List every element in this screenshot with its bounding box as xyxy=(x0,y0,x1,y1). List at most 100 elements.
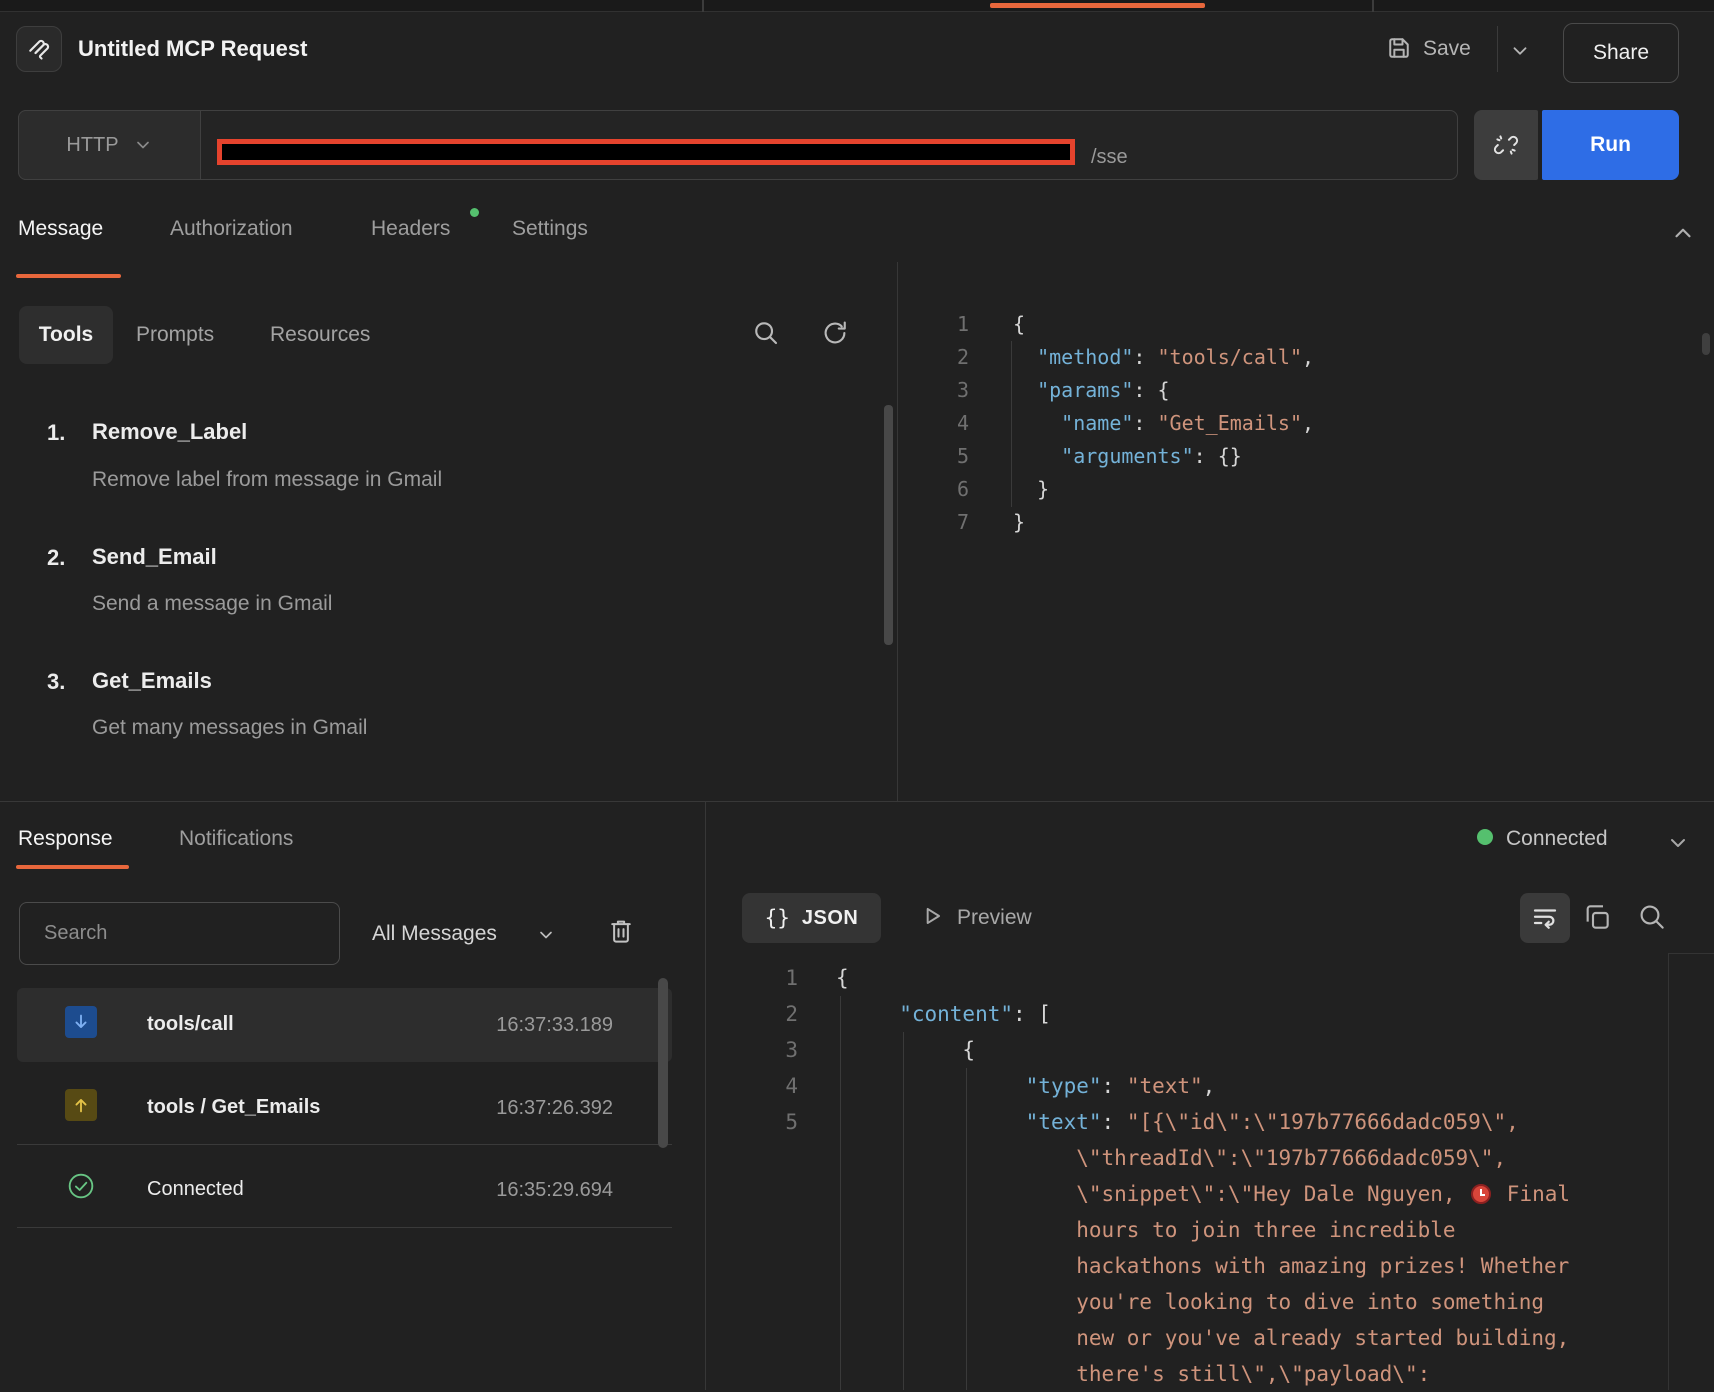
save-button[interactable]: Save xyxy=(1423,36,1471,62)
line-number xyxy=(706,1356,798,1392)
copy-icon[interactable] xyxy=(1581,901,1613,933)
message-row-time: 16:37:33.189 xyxy=(400,1012,613,1038)
line-number: 3 xyxy=(898,374,969,407)
line-number: 7 xyxy=(898,506,969,539)
line-number xyxy=(706,1140,798,1176)
clear-messages-trash-icon[interactable] xyxy=(606,916,636,946)
refresh-tools-icon[interactable] xyxy=(820,318,850,348)
tool-description: Remove label from message in Gmail xyxy=(92,468,442,492)
search-tools-icon[interactable] xyxy=(751,318,781,348)
wrap-text-icon xyxy=(1530,903,1560,933)
status-chevron-down-icon[interactable] xyxy=(1666,831,1690,855)
braces-icon: {} xyxy=(765,906,790,930)
share-button[interactable]: Share xyxy=(1563,23,1679,83)
word-wrap-button[interactable] xyxy=(1520,893,1570,943)
tab-headers[interactable]: Headers xyxy=(371,216,450,242)
subtab-tools[interactable]: Tools xyxy=(19,306,113,364)
window-tab-strip xyxy=(0,0,1714,12)
code-line: 4 "name": "Get_Emails", xyxy=(898,407,1698,440)
save-icon xyxy=(1385,34,1413,62)
tool-name: Remove_Label xyxy=(92,419,247,445)
code-line: 3 "params": { xyxy=(898,374,1698,407)
filter-chevron-down-icon[interactable] xyxy=(536,925,556,945)
code-line: 7} xyxy=(898,506,1698,539)
message-row-label[interactable]: tools / Get_Emails xyxy=(147,1094,320,1120)
alarm-clock-emoji xyxy=(1471,1184,1491,1204)
tab-authorization[interactable]: Authorization xyxy=(170,216,293,242)
line-number: 4 xyxy=(706,1068,798,1104)
view-mode-json-button[interactable]: {} JSON xyxy=(742,893,881,943)
tab-notifications[interactable]: Notifications xyxy=(179,826,293,852)
json-mode-label: JSON xyxy=(802,907,858,930)
request-editor-scrollbar[interactable] xyxy=(1702,333,1710,355)
line-number: 2 xyxy=(706,996,798,1032)
active-tab-underline xyxy=(16,865,129,869)
code-line: 2 "method": "tools/call", xyxy=(898,341,1698,374)
tab-message[interactable]: Message xyxy=(18,216,103,242)
line-number: 4 xyxy=(898,407,969,440)
message-filter-dropdown[interactable]: All Messages xyxy=(372,921,497,947)
tools-scrollbar[interactable] xyxy=(884,405,893,645)
response-scroll-gutter xyxy=(1668,953,1714,954)
code-line: 6 } xyxy=(898,473,1698,506)
code-line: \"snippet\":\"Hey Dale Nguyen, Final xyxy=(706,1176,1666,1212)
subtab-resources[interactable]: Resources xyxy=(270,306,370,364)
disconnect-button[interactable] xyxy=(1474,110,1538,180)
tool-name: Send_Email xyxy=(92,544,217,570)
message-search[interactable] xyxy=(19,902,340,965)
active-tab-underline xyxy=(16,274,121,278)
line-number xyxy=(706,1284,798,1320)
message-row-label: tools/call xyxy=(147,1011,234,1037)
tool-index: 2. xyxy=(47,545,65,571)
headers-badge-dot xyxy=(470,208,479,217)
request-code[interactable]: 1{2 "method": "tools/call",3 "params": {… xyxy=(898,308,1698,539)
collapse-chevron-up-icon[interactable] xyxy=(1670,220,1696,246)
tool-description: Get many messages in Gmail xyxy=(92,716,367,740)
message-list-scrollbar[interactable] xyxy=(658,978,668,1148)
tool-description: Send a message in Gmail xyxy=(92,592,332,616)
line-number: 2 xyxy=(898,341,969,374)
line-number xyxy=(706,1248,798,1284)
mcp-request-icon xyxy=(16,26,62,72)
tab-settings[interactable]: Settings xyxy=(512,216,588,242)
connection-status[interactable]: Connected xyxy=(1506,826,1608,852)
code-line: you're looking to dive into something xyxy=(706,1284,1666,1320)
tab-response[interactable]: Response xyxy=(18,826,113,852)
line-number: 5 xyxy=(706,1104,798,1140)
indent-guide xyxy=(903,1032,904,1390)
incoming-message-icon xyxy=(65,1006,97,1038)
connected-check-icon xyxy=(65,1170,97,1202)
code-line: 1{ xyxy=(898,308,1698,341)
message-row-label[interactable]: Connected xyxy=(147,1176,244,1202)
line-number xyxy=(706,1320,798,1356)
search-response-icon[interactable] xyxy=(1636,901,1668,933)
code-line: \"threadId\":\"197b77666dadc059\", xyxy=(706,1140,1666,1176)
message-row-time: 16:37:26.392 xyxy=(400,1095,613,1121)
protocol-selector[interactable]: HTTP xyxy=(18,110,201,180)
indent-guide xyxy=(840,996,841,1390)
tool-index: 3. xyxy=(47,669,65,695)
view-mode-preview-button[interactable]: Preview xyxy=(957,905,1032,931)
tool-index: 1. xyxy=(47,420,65,446)
line-number: 6 xyxy=(898,473,969,506)
code-line: 2 "content": [ xyxy=(706,996,1666,1032)
redacted-url-overlay xyxy=(217,139,1075,165)
response-scroll-gutter xyxy=(1668,953,1669,1390)
search-input[interactable] xyxy=(19,902,340,965)
code-line: 4 "type": "text", xyxy=(706,1068,1666,1104)
line-number: 3 xyxy=(706,1032,798,1068)
row-divider xyxy=(17,1144,672,1145)
preview-play-icon[interactable] xyxy=(919,903,945,929)
run-button[interactable]: Run xyxy=(1542,110,1679,180)
code-line: 3 { xyxy=(706,1032,1666,1068)
code-line: 5 "arguments": {} xyxy=(898,440,1698,473)
page-title[interactable]: Untitled MCP Request xyxy=(78,34,307,64)
subtab-prompts[interactable]: Prompts xyxy=(136,306,214,364)
response-code[interactable]: 1{2 "content": [3 {4 "type": "text",5 "t… xyxy=(706,960,1666,1392)
save-options-chevron-down-icon[interactable] xyxy=(1509,40,1531,62)
code-line: hours to join three incredible xyxy=(706,1212,1666,1248)
code-line: 1{ xyxy=(706,960,1666,996)
indent-guide xyxy=(1011,341,1012,507)
code-line: new or you've already started building, xyxy=(706,1320,1666,1356)
indent-guide xyxy=(966,1068,967,1390)
